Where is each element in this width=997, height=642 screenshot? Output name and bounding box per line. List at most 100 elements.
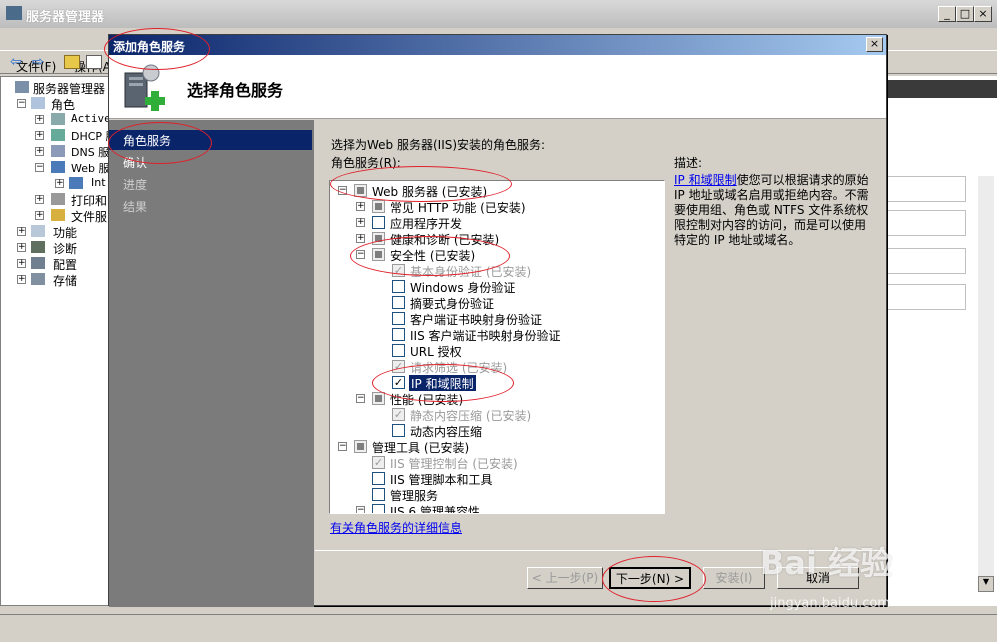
pane-box — [886, 284, 966, 310]
more-info-link[interactable]: 有关角色服务的详细信息 — [330, 519, 462, 536]
checkbox-digest-auth[interactable] — [392, 296, 405, 309]
watermark-logo: Bai 经验 — [760, 544, 893, 582]
expand-icon[interactable]: + — [35, 195, 44, 204]
description-label: 描述: — [674, 156, 703, 170]
item-mgmt-tools[interactable]: 管理工具 (已安装) — [372, 439, 469, 455]
item-dynamic-compress[interactable]: 动态内容压缩 — [410, 423, 482, 439]
checkbox-app-dev[interactable] — [372, 216, 385, 229]
nav-role-services[interactable]: 角色服务 — [123, 132, 171, 149]
item-iis6-compat[interactable]: IIS 6 管理兼容性 — [390, 503, 480, 513]
item-mgmt-service[interactable]: 管理服务 — [390, 487, 438, 503]
maximize-button[interactable]: □ — [956, 6, 974, 22]
expand-icon[interactable]: + — [356, 218, 365, 227]
item-ip-domain[interactable]: IP 和域限制 — [409, 375, 476, 391]
nav-progress[interactable]: 进度 — [123, 176, 147, 193]
item-iis-console[interactable]: IIS 管理控制台 (已安装) — [390, 455, 518, 471]
item-digest-auth[interactable]: 摘要式身份验证 — [410, 295, 494, 311]
tree-node-roles[interactable]: 角色 — [51, 96, 75, 113]
scroll-down-icon[interactable]: ▼ — [978, 576, 994, 592]
tree-node-print[interactable]: 打印和 — [71, 192, 107, 209]
tree-node-server-manager[interactable]: 服务器管理器 — [33, 80, 105, 97]
iis-icon — [69, 177, 83, 189]
collapse-icon[interactable]: − — [356, 250, 365, 259]
item-security[interactable]: 安全性 (已安装) — [390, 247, 475, 263]
tree-node-diagnostics[interactable]: 诊断 — [53, 240, 77, 257]
expand-icon[interactable]: + — [356, 202, 365, 211]
checkbox-request-filter[interactable]: ✓ — [392, 360, 405, 373]
checkbox-static-compress[interactable]: ✓ — [392, 408, 405, 421]
collapse-icon[interactable]: − — [17, 99, 26, 108]
previous-button[interactable]: < 上一步(P) — [527, 567, 603, 589]
collapse-icon[interactable]: − — [356, 394, 365, 403]
checkbox-iis6-compat[interactable] — [372, 504, 385, 513]
tree-node-features[interactable]: 功能 — [53, 224, 77, 241]
item-health[interactable]: 健康和诊断 (已安装) — [390, 231, 499, 247]
nav-results[interactable]: 结果 — [123, 198, 147, 215]
checkbox-performance[interactable] — [372, 392, 385, 405]
collapse-icon[interactable]: − — [338, 442, 347, 451]
checkbox-security[interactable] — [372, 248, 385, 261]
forward-icon[interactable]: ⇨ — [32, 54, 44, 70]
nav-confirm[interactable]: 确认 — [123, 154, 147, 171]
dialog-close-button[interactable]: × — [866, 37, 883, 52]
checkbox-iis-console[interactable]: ✓ — [372, 456, 385, 469]
item-static-compress[interactable]: 静态内容压缩 (已安装) — [410, 407, 531, 423]
item-performance[interactable]: 性能 (已安装) — [390, 391, 463, 407]
item-iis-client-cert[interactable]: IIS 客户端证书映射身份验证 — [410, 327, 561, 343]
tree-node-dns[interactable]: DNS 服 — [71, 144, 109, 160]
item-request-filter[interactable]: 请求筛选 (已安装) — [410, 359, 507, 375]
item-common-http[interactable]: 常见 HTTP 功能 (已安装) — [390, 199, 526, 215]
tree-node-active[interactable]: Active — [71, 112, 111, 125]
item-url-auth[interactable]: URL 授权 — [410, 343, 462, 359]
item-iis-scripts[interactable]: IIS 管理脚本和工具 — [390, 471, 493, 487]
checkbox-mgmt-tools[interactable] — [354, 440, 367, 453]
expand-icon[interactable]: + — [35, 131, 44, 140]
checkbox-basic-auth[interactable]: ✓ — [392, 264, 405, 277]
collapse-icon[interactable]: − — [356, 506, 365, 513]
close-button[interactable]: × — [974, 6, 992, 22]
expand-icon[interactable]: + — [35, 147, 44, 156]
checkbox-common-http[interactable] — [372, 200, 385, 213]
expand-icon[interactable]: + — [35, 115, 44, 124]
collapse-icon[interactable]: − — [35, 163, 44, 172]
install-button[interactable]: 安装(I) — [703, 567, 765, 589]
tree-node-file[interactable]: 文件服 — [71, 208, 107, 225]
console-tree-icon[interactable] — [86, 55, 102, 69]
checkbox-mgmt-service[interactable] — [372, 488, 385, 501]
checkbox-iis-scripts[interactable] — [372, 472, 385, 485]
tree-node-configuration[interactable]: 配置 — [53, 256, 77, 273]
expand-icon[interactable]: + — [17, 243, 26, 252]
ip-domain-restriction-link[interactable]: IP 和域限制 — [674, 173, 737, 187]
expand-icon[interactable]: + — [17, 275, 26, 284]
back-icon[interactable]: ⇦ — [10, 54, 22, 70]
item-app-dev[interactable]: 应用程序开发 — [390, 215, 462, 231]
expand-icon[interactable]: + — [17, 259, 26, 268]
tree-node-web[interactable]: Web 服 — [71, 160, 109, 176]
checkbox-health[interactable] — [372, 232, 385, 245]
tree-node-storage[interactable]: 存储 — [53, 272, 77, 289]
checkbox-web-server[interactable] — [354, 184, 367, 197]
scrollbar[interactable] — [978, 176, 994, 592]
up-folder-icon[interactable] — [64, 55, 80, 69]
expand-icon[interactable]: + — [356, 234, 365, 243]
minimize-button[interactable]: _ — [938, 6, 956, 22]
collapse-icon[interactable]: − — [338, 186, 347, 195]
item-web-server[interactable]: Web 服务器 (已安装) — [372, 183, 487, 199]
checkbox-ip-domain[interactable]: ✓ — [392, 376, 405, 389]
next-button[interactable]: 下一步(N) > — [609, 567, 691, 589]
item-basic-auth[interactable]: 基本身份验证 (已安装) — [410, 263, 531, 279]
expand-icon[interactable]: + — [35, 211, 44, 220]
checkbox-url-auth[interactable] — [392, 344, 405, 357]
expand-icon[interactable]: + — [55, 179, 64, 188]
pane-box — [886, 210, 966, 236]
checkbox-dynamic-compress[interactable] — [392, 424, 405, 437]
tree-node-int[interactable]: Int — [91, 176, 106, 189]
checkbox-iis-client-cert[interactable] — [392, 328, 405, 341]
item-client-cert[interactable]: 客户端证书映射身份验证 — [410, 311, 542, 327]
web-server-icon — [51, 161, 65, 173]
checkbox-client-cert[interactable] — [392, 312, 405, 325]
expand-icon[interactable]: + — [17, 227, 26, 236]
pane-box — [886, 248, 966, 274]
checkbox-windows-auth[interactable] — [392, 280, 405, 293]
item-windows-auth[interactable]: Windows 身份验证 — [410, 279, 515, 295]
